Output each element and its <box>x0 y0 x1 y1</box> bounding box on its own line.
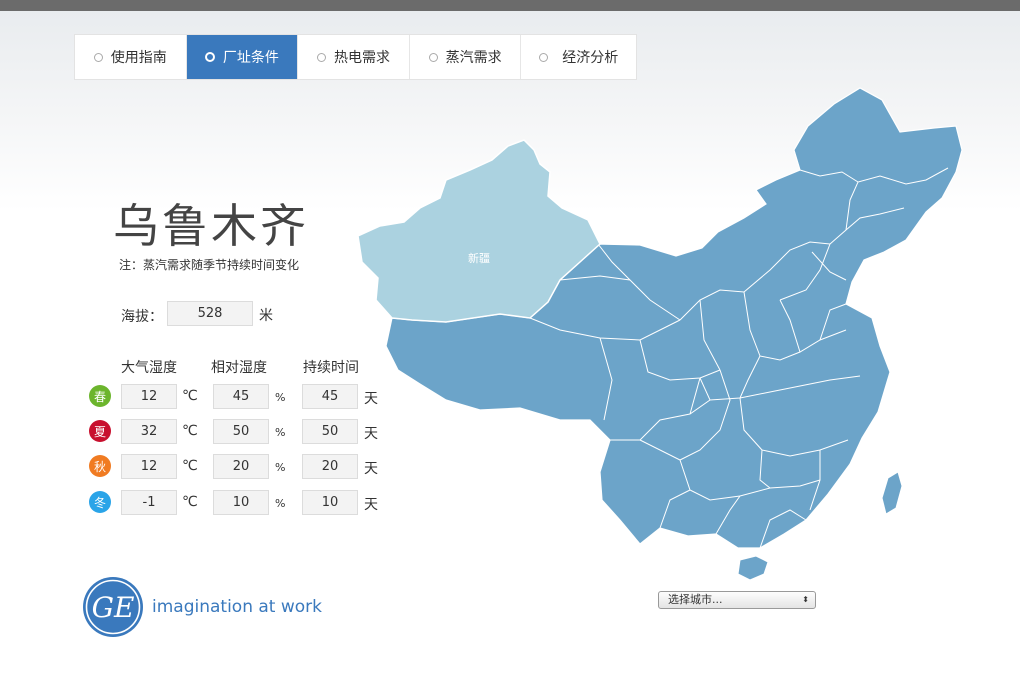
city-select-placeholder: 选择城市... <box>668 593 723 606</box>
hainan-island[interactable] <box>737 555 769 581</box>
china-provinces[interactable] <box>385 87 963 581</box>
region-label-xinjiang: 新疆 <box>468 251 490 265</box>
select-arrow-icon: ⬍ <box>802 595 809 604</box>
city-select[interactable]: 选择城市... ⬍ <box>658 591 816 609</box>
taiwan-island[interactable] <box>881 471 903 515</box>
china-map: 新疆 <box>357 87 963 581</box>
